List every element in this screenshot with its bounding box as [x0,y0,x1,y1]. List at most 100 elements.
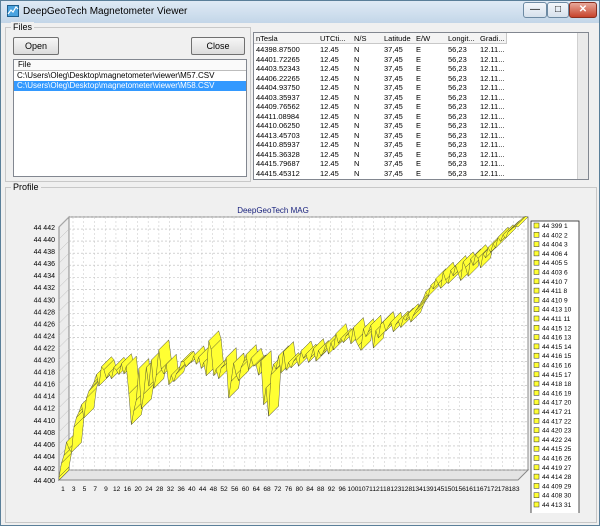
table-cell: 12.45 [320,121,339,130]
grid-column-header[interactable]: Gradi... [478,33,507,44]
table-row[interactable]: 44403.52343 12.45 N 37,45 E 56,23 12.11... [254,64,580,73]
table-row[interactable]: 44410.06250 12.45 N 37,45 E 56,23 12.11... [254,121,580,130]
grid-column-header[interactable]: UTCti... [318,33,353,44]
table-cell: 56,23 [448,121,467,130]
x-tick-label: 9 [104,486,108,493]
table-cell: 37,45 [384,83,403,92]
table-cell: 12.11... [480,159,505,168]
table-cell: N [354,73,360,83]
file-list-item[interactable]: C:\Users\Oleg\Desktop\magnetometer\viewe… [14,71,246,81]
y-tick-label: 44 442 [34,225,56,232]
legend-entry: 44 417 21 [542,409,572,416]
x-tick-label: 92 [328,486,336,493]
table-cell: E [416,73,422,83]
table-cell: 56,23 [448,130,467,140]
table-row[interactable]: 44401.72265 12.45 N 37,45 E 56,23 12.11... [254,55,580,64]
window-title: DeepGeoTech Magnetometer Viewer [23,6,188,17]
legend-entry: 44 415 12 [542,325,572,332]
table-cell: 12.11... [480,83,505,92]
legend-swatch [533,259,540,266]
y-tick-label: 44 412 [34,406,56,413]
table-row[interactable]: 44415.45312 12.45 N 37,45 E 56,23 12.11... [254,169,580,178]
title-bar[interactable]: DeepGeoTech Magnetometer Viewer — □ ✕ [1,1,599,23]
x-tick-label: 3 [72,486,76,493]
open-button[interactable]: Open [13,37,59,55]
y-tick-label: 44 434 [34,273,56,280]
table-cell: 56,23 [448,64,467,73]
legend-swatch [533,250,540,257]
table-row[interactable]: 44415.36328 12.45 N 37,45 E 56,23 12.11... [254,150,580,159]
table-cell: N [354,130,360,140]
legend-entry: 44 404 3 [542,242,568,249]
x-tick-label: 28 [156,486,164,493]
table-cell: 56,23 [448,140,467,149]
table-cell: 44403.52343 [256,64,300,73]
grid-column-header[interactable]: E/W [414,33,447,44]
table-row[interactable]: 44415.79687 12.45 N 37,45 E 56,23 12.11... [254,159,580,168]
table-row[interactable]: 44409.76562 12.45 N 37,45 E 56,23 12.11... [254,102,580,111]
minimize-button[interactable]: — [523,2,547,18]
close-window-button[interactable]: ✕ [569,2,597,18]
table-cell: 12.45 [320,83,339,92]
legend-entry: 44 416 15 [542,353,572,360]
grid-column-header-label: Gradi... [480,34,505,43]
table-row[interactable]: 44413.45703 12.45 N 37,45 E 56,23 12.11... [254,131,580,140]
legend-entry: 44 417 20 [542,400,572,407]
legend-entry: 44 415 25 [542,446,572,453]
x-tick-label: 139 [423,486,434,493]
y-tick-label: 44 430 [34,297,56,304]
data-grid[interactable]: nTesla UTCti... N/S Latitude E/W Longit... Gra… [253,32,589,180]
close-button[interactable]: Close [191,37,245,55]
table-cell: 56,23 [448,168,467,178]
y-tick-label: 44 408 [34,430,56,437]
table-row[interactable]: 44398.87500 12.45 N 37,45 E 56,23 12.11... [254,45,580,54]
legend-entry: 44 410 7 [542,279,568,286]
x-tick-label: 76 [285,486,293,493]
grid-column-header[interactable]: nTesla [254,33,319,44]
x-tick-label: 172 [487,486,498,493]
chart-title: DeepGeoTech MAG [237,206,309,215]
table-cell: 44410.06250 [256,121,300,130]
table-cell: 44410.85937 [256,140,300,149]
grid-column-header[interactable]: N/S [352,33,383,44]
data-grid-scrollbar[interactable] [577,33,588,179]
table-row[interactable]: 44410.85937 12.45 N 37,45 E 56,23 12.11... [254,140,580,149]
x-tick-label: 161 [466,486,477,493]
table-cell: 44404.93750 [256,83,300,92]
table-row[interactable]: 44406.22265 12.45 N 37,45 E 56,23 12.11... [254,74,580,83]
legend-swatch [533,232,540,238]
table-cell: 12.11... [480,54,505,64]
table-cell: 12.11... [480,45,505,54]
table-row[interactable]: 44404.93750 12.45 N 37,45 E 56,23 12.11... [254,83,580,92]
table-cell: 12.45 [320,102,339,111]
maximize-button[interactable]: □ [547,2,569,18]
app-window: DeepGeoTech Magnetometer Viewer — □ ✕ Fi… [0,0,600,526]
table-cell: 12.45 [320,54,339,64]
table-cell: 44406.22265 [256,73,300,83]
table-row[interactable]: 44411.08984 12.45 N 37,45 E 56,23 12.11... [254,112,580,121]
grid-column-header[interactable]: Latitude [382,33,415,44]
table-cell: 44401.72265 [256,54,300,64]
file-list-header[interactable]: File [14,60,246,71]
chart-legend: 44 399 1 44 402 2 44 404 3 44 406 4 44 405 5… [530,220,580,513]
table-cell: 44409.76562 [256,102,300,111]
file-list[interactable]: File C:\Users\Oleg\Desktop\magnetometer\… [13,59,247,177]
file-list-item-selected[interactable]: C:\Users\Oleg\Desktop\magnetometer\viewe… [14,81,246,91]
legend-swatch [533,473,540,480]
legend-swatch [533,343,540,350]
x-tick-label: 68 [263,486,271,493]
legend-swatch [533,445,540,452]
y-tick-label: 44 400 [34,478,56,485]
table-cell: 12.11... [480,92,505,102]
table-cell: 37,45 [384,54,403,64]
legend-swatch [533,306,540,312]
table-cell: 12.11... [480,102,505,111]
grid-column-header[interactable]: Longit... [446,33,479,44]
legend-entry: 44 406 4 [542,251,568,258]
table-cell: E [416,159,422,168]
table-cell: 37,45 [384,168,403,178]
table-row[interactable]: 44403.35937 12.45 N 37,45 E 56,23 12.11... [254,93,580,102]
x-tick-label: 44 [199,486,207,493]
table-cell: 12.45 [320,73,339,83]
grid-column-header-label: Latitude [384,34,411,43]
